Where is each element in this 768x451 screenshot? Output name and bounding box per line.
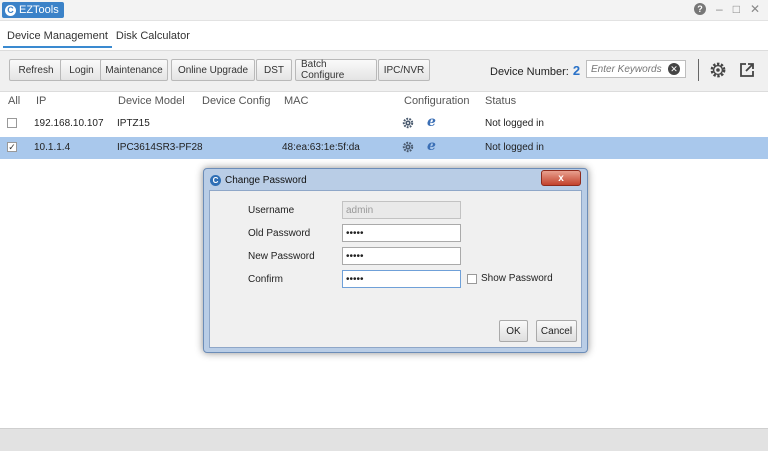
- old-password-field[interactable]: [342, 224, 461, 242]
- row-mac: 48:ea:63:1e:5f:da: [282, 142, 360, 153]
- title-bar: C EZTools ? – □ ✕: [0, 0, 768, 21]
- row-status: Not logged in: [485, 142, 544, 153]
- show-password-label: Show Password: [481, 273, 553, 284]
- tab-device-management[interactable]: Device Management: [3, 27, 112, 48]
- device-number: Device Number: 2: [490, 63, 580, 78]
- app-logo-icon: C: [5, 4, 16, 16]
- tab-disk-calculator[interactable]: Disk Calculator: [112, 27, 194, 48]
- column-ip[interactable]: IP: [36, 95, 46, 107]
- column-mac[interactable]: MAC: [284, 95, 308, 107]
- dialog-logo-icon: C: [210, 174, 221, 186]
- old-password-label: Old Password: [248, 228, 311, 239]
- export-icon[interactable]: [738, 61, 756, 79]
- row-ip: 10.1.1.4: [34, 142, 71, 153]
- dialog-close-button[interactable]: x: [541, 170, 581, 186]
- online-upgrade-button[interactable]: Online Upgrade: [171, 59, 255, 81]
- main-tabs: Device Management Disk Calculator: [3, 27, 194, 48]
- close-button[interactable]: ✕: [750, 2, 760, 16]
- row-status: Not logged in: [485, 118, 544, 129]
- web-browser-icon[interactable]: e: [427, 114, 436, 130]
- confirm-password-field[interactable]: [342, 270, 461, 288]
- dialog-title-bar: C Change Password: [210, 171, 307, 189]
- minimize-button[interactable]: –: [716, 2, 723, 16]
- window-controls: ? – □ ✕: [694, 2, 760, 16]
- column-device-config[interactable]: Device Config: [202, 95, 270, 107]
- web-browser-icon[interactable]: e: [427, 138, 436, 154]
- table-row[interactable]: 192.168.10.107 IPTZ15 e Not logged in: [0, 113, 768, 135]
- change-password-dialog: C Change Password x Username Old Passwor…: [203, 168, 588, 353]
- table-row[interactable]: ✓ 10.1.1.4 IPC3614SR3-PF28 48:ea:63:1e:5…: [0, 137, 768, 159]
- toolbar: Refresh Login Maintenance Online Upgrade…: [0, 50, 768, 92]
- dialog-title: Change Password: [225, 174, 307, 186]
- toolbar-divider: [698, 59, 699, 81]
- device-number-value: 2: [572, 63, 581, 78]
- ok-button[interactable]: OK: [499, 320, 528, 342]
- maximize-button[interactable]: □: [733, 2, 740, 16]
- dialog-body: Username Old Password New Password Confi…: [209, 190, 582, 348]
- refresh-button[interactable]: Refresh: [9, 59, 63, 81]
- app-title: EZTools: [19, 4, 59, 16]
- new-password-field[interactable]: [342, 247, 461, 265]
- username-field: [342, 201, 461, 219]
- gear-icon[interactable]: [402, 141, 414, 153]
- row-model: IPTZ15: [117, 118, 150, 129]
- row-ip: 192.168.10.107: [34, 118, 104, 129]
- column-configuration[interactable]: Configuration: [404, 95, 469, 107]
- batch-configure-button[interactable]: Batch Configure: [295, 59, 377, 81]
- cancel-button[interactable]: Cancel: [536, 320, 577, 342]
- column-status[interactable]: Status: [485, 95, 516, 107]
- clear-search-icon[interactable]: ✕: [668, 63, 680, 75]
- row-checkbox[interactable]: [7, 118, 17, 128]
- app-title-badge: C EZTools: [2, 2, 64, 18]
- login-button[interactable]: Login: [60, 59, 103, 81]
- settings-icon[interactable]: [709, 61, 727, 79]
- device-table-header: All IP Device Model Device Config MAC Co…: [0, 92, 768, 110]
- show-password-checkbox[interactable]: [467, 273, 477, 284]
- dst-button[interactable]: DST: [256, 59, 292, 81]
- show-password-toggle[interactable]: Show Password: [467, 273, 553, 284]
- gear-icon[interactable]: [402, 117, 414, 129]
- maintenance-button[interactable]: Maintenance: [100, 59, 168, 81]
- device-number-label: Device Number:: [490, 66, 569, 78]
- new-password-label: New Password: [248, 251, 315, 262]
- help-icon[interactable]: ?: [694, 3, 706, 15]
- status-bar: [0, 428, 768, 451]
- ipc-nvr-button[interactable]: IPC/NVR: [378, 59, 430, 81]
- row-checkbox[interactable]: ✓: [7, 142, 17, 152]
- confirm-label: Confirm: [248, 274, 284, 285]
- column-all[interactable]: All: [8, 95, 20, 107]
- row-model: IPC3614SR3-PF28: [117, 142, 203, 153]
- column-device-model[interactable]: Device Model: [118, 95, 185, 107]
- username-label: Username: [248, 205, 295, 216]
